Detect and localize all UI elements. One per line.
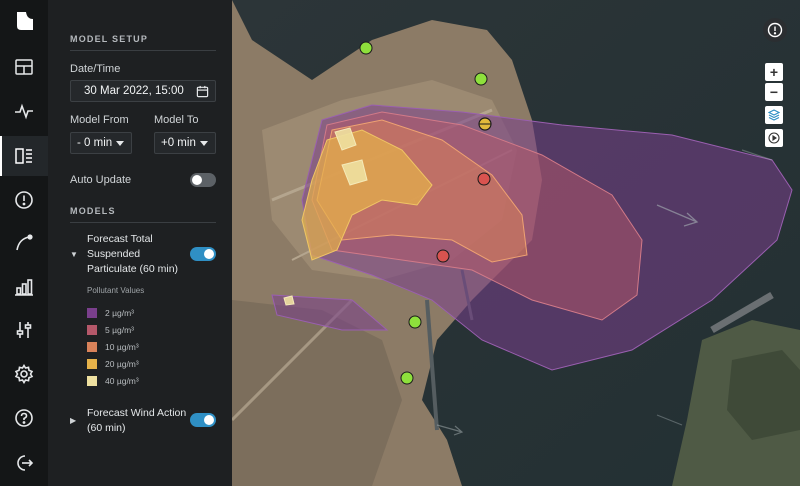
play-button[interactable] [765, 129, 783, 147]
legend-swatch [87, 342, 97, 352]
dashboard-button[interactable] [0, 47, 48, 87]
model-to-label: Model To [154, 114, 199, 126]
toggle-knob [204, 415, 214, 425]
models-button[interactable] [0, 136, 48, 176]
logout-button[interactable] [0, 443, 48, 483]
legend-title: Pollutant Values [87, 286, 145, 295]
activity-icon [15, 103, 33, 120]
sliders-icon [16, 322, 32, 338]
chart-icon [15, 279, 33, 296]
model-name: Forecast Wind Action (60 min) [87, 407, 187, 434]
auto-update-toggle[interactable] [190, 173, 216, 187]
station-marker-poor [436, 249, 450, 263]
zoom-out-button[interactable]: − [765, 83, 783, 101]
alert-icon [15, 191, 33, 209]
dashboard-icon [15, 59, 33, 75]
station-marker-good [400, 371, 414, 385]
model-from-value: - 0 min [77, 137, 113, 149]
chevron-down-icon [200, 141, 208, 146]
zoom-in-button[interactable]: + [765, 63, 783, 81]
alert-icon [767, 22, 783, 38]
model-toggle[interactable] [190, 247, 216, 261]
chevron-down-icon [116, 141, 124, 146]
help-icon [15, 409, 33, 427]
expand-caret-icon[interactable]: ▶ [70, 416, 76, 425]
zoom-in-icon: + [769, 64, 779, 80]
models-icon [15, 148, 32, 164]
legend-item: 10 µg/m³ [87, 342, 139, 352]
station-marker-good [408, 315, 422, 329]
icon-rail [0, 0, 49, 486]
route-icon [16, 234, 33, 251]
legend-item: 5 µg/m³ [87, 325, 134, 335]
alerts-button[interactable] [0, 180, 48, 220]
auto-update-label: Auto Update [70, 174, 132, 186]
model-to-select[interactable]: +0 min [154, 132, 216, 154]
layers-button[interactable] [765, 106, 783, 124]
toggle-knob [192, 175, 202, 185]
activity-button[interactable] [0, 91, 48, 131]
model-from-label: Model From [70, 114, 129, 126]
divider [70, 222, 216, 223]
logo-icon[interactable] [13, 9, 37, 33]
station-marker-poor [477, 172, 491, 186]
model-setup-panel: MODEL SETUP Date/Time 30 Mar 2022, 15:00… [48, 0, 232, 486]
satellite-basemap[interactable] [232, 0, 800, 486]
legend-label: 10 µg/m³ [105, 342, 139, 352]
legend-item: 2 µg/m³ [87, 308, 134, 318]
expand-caret-icon[interactable]: ▼ [70, 250, 78, 259]
legend-swatch [87, 325, 97, 335]
model-name: Forecast Total Suspended Particulate (60… [87, 233, 179, 275]
legend-label: 20 µg/m³ [105, 359, 139, 369]
model-setup-title: MODEL SETUP [70, 34, 149, 44]
station-marker-good [359, 41, 373, 55]
model-toggle[interactable] [190, 413, 216, 427]
layers-icon [768, 109, 780, 121]
chart-button[interactable] [0, 267, 48, 307]
model-from-select[interactable]: - 0 min [70, 132, 132, 154]
plume-40 [283, 295, 295, 306]
legend-label: 40 µg/m³ [105, 376, 139, 386]
calendar-icon[interactable] [196, 85, 209, 98]
help-button[interactable] [0, 398, 48, 438]
models-title: MODELS [70, 206, 116, 216]
legend-swatch [87, 376, 97, 386]
map-view[interactable]: + − [232, 0, 800, 486]
toggle-knob [204, 249, 214, 259]
datetime-label: Date/Time [70, 63, 121, 75]
logout-icon [17, 455, 34, 471]
settings-icon [14, 364, 34, 384]
divider [70, 50, 216, 51]
legend-swatch [87, 359, 97, 369]
legend-item: 40 µg/m³ [87, 376, 139, 386]
route-button[interactable] [0, 223, 48, 263]
settings-button[interactable] [0, 354, 48, 394]
zoom-out-icon: − [769, 84, 779, 100]
legend-swatch [87, 308, 97, 318]
play-icon [768, 132, 780, 144]
sliders-button[interactable] [0, 310, 48, 350]
legend-label: 5 µg/m³ [105, 325, 134, 335]
legend-label: 2 µg/m³ [105, 308, 134, 318]
datetime-field[interactable]: 30 Mar 2022, 15:00 [70, 80, 216, 102]
legend-item: 20 µg/m³ [87, 359, 139, 369]
map-info-button[interactable] [763, 18, 787, 42]
model-to-value: +0 min [161, 137, 196, 149]
datetime-value: 30 Mar 2022, 15:00 [84, 85, 184, 97]
station-marker-good [474, 72, 488, 86]
